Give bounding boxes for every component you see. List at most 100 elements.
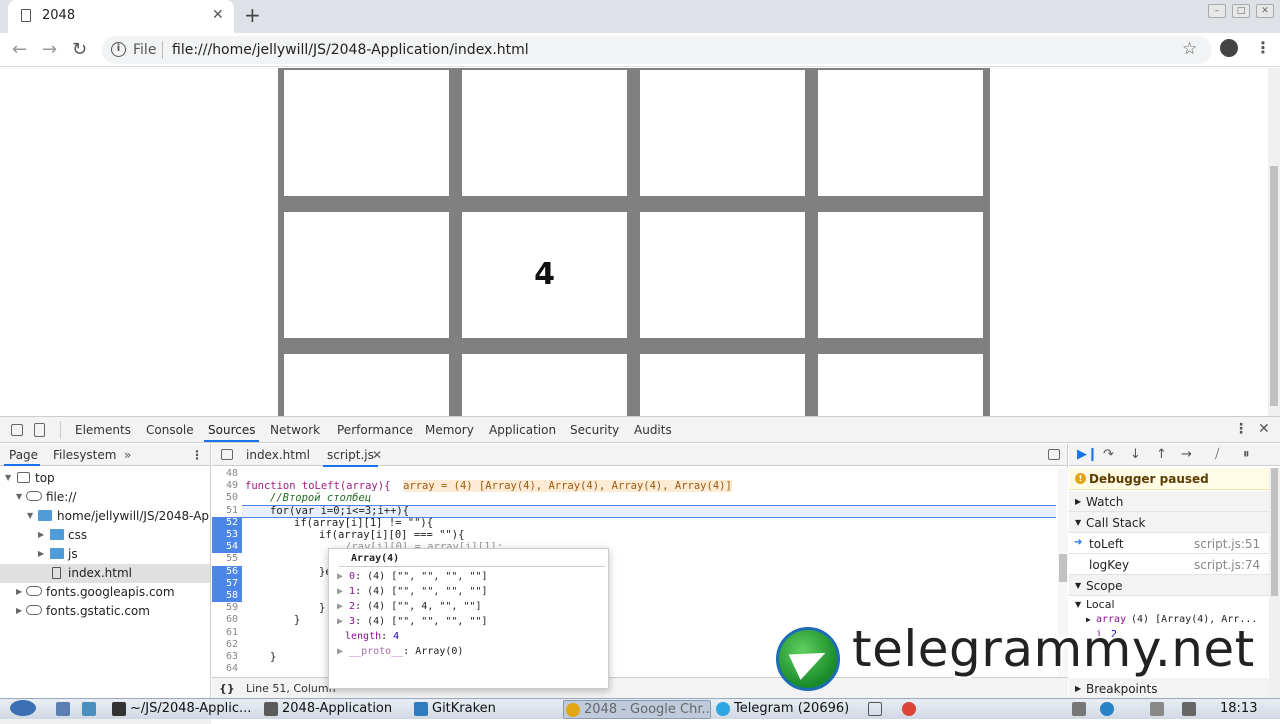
step-over-icon[interactable]: ↷: [1103, 447, 1114, 462]
tab-console[interactable]: Console: [146, 423, 194, 437]
browser-tab[interactable]: 2048 ✕: [8, 0, 234, 33]
tab-network[interactable]: Network: [270, 423, 320, 437]
clock[interactable]: 18:13: [1220, 701, 1257, 716]
tree-item-gstatic[interactable]: ▶ fonts.gstatic.com: [0, 602, 210, 621]
step-into-icon[interactable]: ↓: [1130, 447, 1141, 462]
tab-elements[interactable]: Elements: [75, 423, 131, 437]
tab-application[interactable]: Application: [489, 423, 556, 437]
tab-memory[interactable]: Memory: [425, 423, 474, 437]
line-number-breakpoint[interactable]: 56: [212, 565, 242, 578]
settings-launcher[interactable]: [80, 700, 102, 719]
call-stack-section-header[interactable]: ▼ Call Stack: [1069, 512, 1269, 533]
devtools-menu-icon[interactable]: ⋮: [1234, 421, 1248, 437]
line-number[interactable]: 63: [212, 651, 242, 663]
scope-section-header[interactable]: ▼ Scope: [1069, 575, 1269, 596]
devtools-close-icon[interactable]: ✕: [1258, 421, 1270, 437]
minimize-button[interactable]: –: [1208, 4, 1226, 18]
start-menu-button[interactable]: [4, 700, 44, 719]
page-scrollbar[interactable]: [1268, 68, 1280, 416]
line-number[interactable]: 64: [212, 663, 242, 675]
line-number[interactable]: 51: [212, 505, 242, 517]
line-number-breakpoint[interactable]: 53: [212, 529, 242, 542]
close-file-tab-icon[interactable]: ✕: [372, 448, 382, 462]
taskbar-item-terminal[interactable]: ~/JS/2048-Applic...: [110, 700, 255, 719]
new-tab-button[interactable]: +: [244, 3, 261, 27]
info-icon[interactable]: i: [111, 42, 126, 57]
tree-item-js[interactable]: ▶ js: [0, 545, 210, 564]
tree-item-index-html[interactable]: index.html: [0, 564, 210, 583]
tray-network-icon[interactable]: [1070, 700, 1092, 719]
tray-update-icon[interactable]: [1098, 700, 1120, 719]
breakpoints-section-header[interactable]: ▶ Breakpoints: [1069, 678, 1269, 699]
step-icon[interactable]: →: [1181, 447, 1192, 462]
line-number[interactable]: 50: [212, 492, 242, 504]
watch-section-header[interactable]: ▶ Watch: [1069, 491, 1269, 512]
maximize-button[interactable]: □: [1232, 4, 1250, 18]
array-entry[interactable]: ▶ 0: (4) ["", "", "", ""]: [337, 569, 488, 584]
scope-local-header[interactable]: ▼ Local: [1069, 596, 1269, 612]
array-proto[interactable]: ▶ __proto__: Array(0): [337, 644, 463, 659]
tree-item-css[interactable]: ▶ css: [0, 526, 210, 545]
step-out-icon[interactable]: ↑: [1156, 447, 1167, 462]
line-number[interactable]: 48: [212, 468, 242, 480]
scrollbar-thumb[interactable]: [1271, 468, 1278, 596]
array-entry[interactable]: ▶ 3: (4) ["", "", "", ""]: [337, 614, 488, 629]
bookmark-star-icon[interactable]: ☆: [1182, 39, 1197, 59]
url-text[interactable]: file:///home/jellywill/JS/2048-Applicati…: [172, 42, 529, 58]
frame-location[interactable]: script.js:51: [1194, 537, 1260, 551]
tray-chrome-icon[interactable]: [900, 700, 922, 719]
taskbar-item-files[interactable]: 2048-Application: [262, 700, 407, 719]
device-toolbar-icon[interactable]: [34, 423, 45, 437]
call-frame[interactable]: logKey script.js:74: [1069, 554, 1269, 575]
deactivate-breakpoints-icon[interactable]: ⧸: [1215, 447, 1219, 462]
line-number[interactable]: 59: [212, 602, 242, 614]
array-entry[interactable]: ▶ 2: (4) ["", 4, "", ""]: [337, 599, 482, 614]
frame-location[interactable]: script.js:74: [1194, 558, 1260, 572]
sidebar-scrollbar[interactable]: [1269, 468, 1280, 700]
close-window-button[interactable]: ✕: [1256, 4, 1274, 18]
reload-icon[interactable]: ↻: [72, 39, 87, 60]
tab-close-icon[interactable]: ✕: [212, 7, 224, 23]
line-number-breakpoint[interactable]: 58: [212, 590, 242, 603]
tree-item-top[interactable]: ▼ top: [0, 469, 210, 488]
line-number[interactable]: 60: [212, 614, 242, 626]
file-tab-index-html[interactable]: index.html: [246, 448, 310, 462]
line-number[interactable]: 61: [212, 627, 242, 639]
tray-window-icon[interactable]: [866, 700, 888, 719]
array-entry[interactable]: ▶ 1: (4) ["", "", "", ""]: [337, 584, 488, 599]
navigator-menu-icon[interactable]: ⋮: [191, 448, 203, 462]
line-number-breakpoint[interactable]: 57: [212, 577, 242, 590]
taskbar-item-chrome[interactable]: 2048 - Google Chr...: [563, 700, 711, 719]
tab-performance[interactable]: Performance: [337, 423, 413, 437]
tab-page[interactable]: Page: [9, 448, 38, 462]
tab-sources[interactable]: Sources: [203, 423, 260, 442]
taskbar-item-gitkraken[interactable]: GitKraken: [412, 700, 557, 719]
forward-arrow-icon[interactable]: →: [42, 39, 57, 60]
line-number-breakpoint[interactable]: 52: [212, 516, 242, 529]
taskbar-item-telegram[interactable]: Telegram (20696): [714, 700, 859, 719]
tray-signal-icon[interactable]: [1148, 700, 1168, 719]
pretty-print-button[interactable]: {}: [219, 682, 235, 695]
toggle-navigator-icon[interactable]: [221, 449, 233, 460]
more-tabs-icon[interactable]: »: [124, 448, 131, 462]
tab-audits[interactable]: Audits: [634, 423, 672, 437]
back-arrow-icon[interactable]: ←: [12, 39, 27, 60]
tree-item-file[interactable]: ▼ file://: [0, 488, 210, 507]
line-number-breakpoint[interactable]: 54: [212, 541, 242, 554]
toggle-debugger-icon[interactable]: [1048, 449, 1060, 460]
line-number[interactable]: 55: [212, 553, 242, 565]
scrollbar-thumb[interactable]: [1059, 554, 1067, 582]
file-tab-script-js[interactable]: script.js: [323, 448, 378, 467]
pause-on-exceptions-icon[interactable]: ⏸: [1243, 447, 1250, 462]
address-bar[interactable]: i File file:///home/jellywill/JS/2048-Ap…: [102, 36, 1212, 64]
tab-security[interactable]: Security: [570, 423, 619, 437]
line-number[interactable]: 62: [212, 639, 242, 651]
tree-item-googleapis[interactable]: ▶ fonts.googleapis.com: [0, 583, 210, 602]
file-manager-launcher[interactable]: [54, 700, 76, 719]
tree-item-folder[interactable]: ▼ home/jellywill/JS/2048-Applic: [0, 507, 210, 526]
tab-filesystem[interactable]: Filesystem: [53, 448, 116, 462]
menu-kebab-icon[interactable]: ⋮: [1255, 38, 1271, 57]
account-icon[interactable]: [1220, 39, 1238, 57]
inspect-element-icon[interactable]: [11, 424, 23, 436]
scrollbar-thumb[interactable]: [1270, 166, 1278, 406]
